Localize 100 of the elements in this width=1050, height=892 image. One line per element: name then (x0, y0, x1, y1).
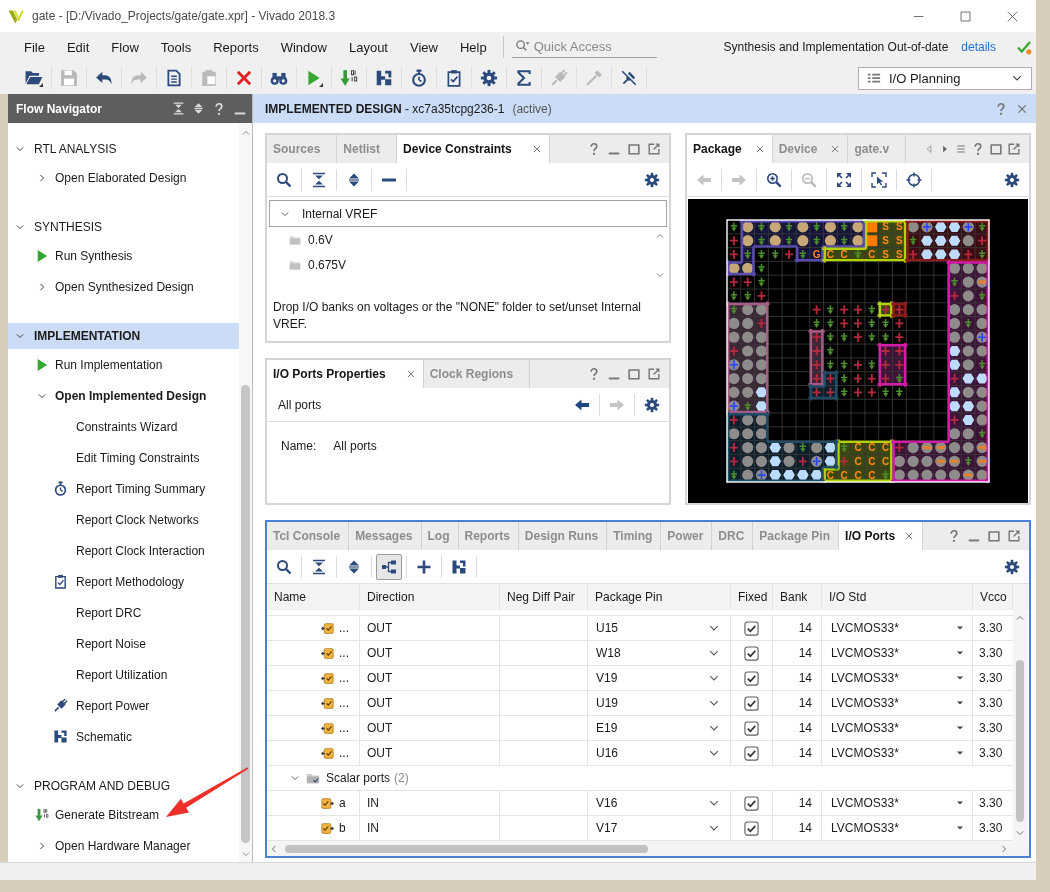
nav-section-header[interactable]: SYNTHESIS (8, 214, 239, 240)
nav-item[interactable]: Schematic (8, 721, 239, 752)
close-icon[interactable] (1016, 102, 1028, 115)
column-header[interactable]: I/O Std (822, 584, 973, 610)
layout-dropdown[interactable]: I/O Planning (858, 66, 1032, 90)
schematic-icon[interactable] (375, 69, 393, 87)
menu-item[interactable]: Window (269, 39, 338, 55)
float-window-icon[interactable] (647, 142, 661, 156)
collapse-all-icon[interactable] (311, 171, 327, 188)
checkbox[interactable] (744, 795, 759, 811)
hierarchy-icon[interactable] (381, 558, 397, 575)
stopwatch-icon[interactable] (410, 69, 428, 87)
column-header[interactable]: Name (267, 584, 360, 610)
tab[interactable]: I/O Ports Properties (267, 360, 424, 388)
float-window-icon[interactable] (1007, 529, 1021, 543)
float-window-icon[interactable] (1007, 142, 1021, 156)
nav-section-header[interactable]: IMPLEMENTATION (8, 323, 239, 349)
nav-item[interactable]: Report Timing Summary (8, 473, 239, 504)
nav-section-header[interactable]: RTL ANALYSIS (8, 136, 239, 162)
checkbox[interactable] (744, 620, 759, 636)
nav-item[interactable]: Report Clock Interaction (8, 535, 239, 566)
help-icon[interactable] (212, 101, 226, 116)
menu-item[interactable]: File (13, 39, 56, 55)
checkbox[interactable] (744, 695, 759, 711)
nav-item[interactable]: Report Clock Networks (8, 504, 239, 535)
help-icon[interactable] (587, 367, 601, 381)
menu-item[interactable]: Tools (149, 39, 203, 55)
search-field[interactable]: Quick Access (511, 36, 657, 58)
checkbox[interactable] (744, 670, 759, 686)
nav-section-header[interactable]: PROGRAM AND DEBUG (8, 773, 239, 799)
close-icon[interactable] (1007, 10, 1018, 22)
nav-item[interactable]: Report Power (8, 690, 239, 721)
close-icon[interactable] (405, 369, 416, 379)
close-icon[interactable] (754, 144, 765, 154)
tree-node[interactable]: 0.675V (269, 252, 653, 277)
expand-all-icon[interactable] (192, 102, 205, 115)
close-icon[interactable] (904, 531, 915, 541)
menu-item[interactable]: Flow (100, 39, 150, 55)
tab[interactable]: Device Constraints (397, 135, 550, 163)
zoom-in-icon[interactable] (766, 171, 782, 188)
down-arrow-bits-icon[interactable] (340, 69, 358, 87)
maximize-icon[interactable] (987, 529, 1001, 543)
search-icon[interactable] (276, 171, 292, 188)
column-header[interactable]: Bank (773, 584, 822, 610)
column-header[interactable]: Neg Diff Pair (500, 584, 588, 610)
details-link[interactable]: details (961, 40, 996, 54)
nav-item[interactable]: Report Utilization (8, 659, 239, 690)
column-header[interactable]: Vcco (973, 584, 1013, 610)
float-window-icon[interactable] (647, 367, 661, 381)
checkbox[interactable] (744, 745, 759, 761)
nav-item[interactable]: Run Synthesis (8, 240, 239, 271)
gear-icon[interactable] (480, 69, 498, 87)
scrollbar-thumb[interactable] (241, 385, 250, 843)
fit-view-icon[interactable] (836, 171, 852, 188)
help-icon[interactable] (947, 529, 961, 543)
folder-open-icon[interactable] (25, 69, 43, 87)
checkbox[interactable] (744, 645, 759, 661)
menu-item[interactable]: Help (448, 39, 498, 55)
checkbox[interactable] (744, 720, 759, 736)
nav-item[interactable]: Constraints Wizard (8, 411, 239, 442)
plus-icon[interactable] (416, 558, 432, 575)
help-icon[interactable] (971, 142, 985, 156)
help-icon[interactable] (587, 142, 601, 156)
pin-slash-icon[interactable] (620, 69, 638, 87)
document-icon[interactable] (165, 69, 183, 87)
help-icon[interactable] (994, 101, 1008, 116)
tree-node[interactable]: 0.6V (269, 227, 653, 252)
menu-item[interactable]: Edit (55, 39, 101, 55)
nav-item[interactable]: Open Synthesized Design (8, 271, 239, 302)
toggle-button[interactable] (376, 553, 402, 580)
tree-node[interactable]: Internal VREF (269, 200, 667, 227)
tab[interactable]: I/O Ports (839, 522, 924, 550)
maximize-icon[interactable] (627, 142, 641, 156)
maximize-icon[interactable] (989, 142, 1003, 156)
sigma-icon[interactable] (515, 69, 533, 87)
gear-icon[interactable] (644, 396, 660, 413)
tab[interactable]: Package (687, 135, 773, 163)
clipboard-check-icon[interactable] (445, 69, 463, 87)
nav-item[interactable]: Generate Bitstream (8, 799, 239, 830)
gear-icon[interactable] (1004, 558, 1020, 575)
play-icon[interactable] (305, 69, 323, 87)
nav-item[interactable]: Open Hardware Manager (8, 830, 239, 861)
column-header[interactable]: Direction (360, 584, 500, 610)
schematic-icon[interactable] (451, 558, 467, 575)
nav-item[interactable]: Report Noise (8, 628, 239, 659)
scrollbar-thumb[interactable] (285, 845, 648, 853)
expand-all-icon[interactable] (346, 558, 362, 575)
gear-icon[interactable] (1004, 171, 1020, 188)
maximize-icon[interactable] (627, 367, 641, 381)
gear-icon[interactable] (644, 171, 660, 188)
nav-item[interactable]: Report Methodology (8, 566, 239, 597)
nav-item[interactable]: Edit Timing Constraints (8, 442, 239, 473)
search-icon[interactable] (276, 558, 292, 575)
menu-item[interactable]: View (399, 39, 449, 55)
checkbox[interactable] (744, 820, 759, 836)
select-area-icon[interactable] (871, 171, 887, 188)
nav-item[interactable]: Report DRC (8, 597, 239, 628)
close-icon[interactable] (531, 144, 542, 154)
nav-item[interactable]: Open Elaborated Design (8, 162, 239, 193)
column-header[interactable]: Package Pin (588, 584, 731, 610)
